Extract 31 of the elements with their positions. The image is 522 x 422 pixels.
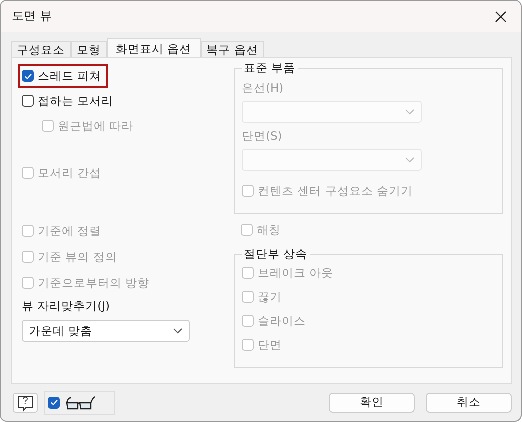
group-title: 표준 부품: [242, 61, 298, 76]
chevron-down-icon: [405, 109, 415, 115]
field-label: 은선(H): [242, 81, 285, 96]
checkbox-label: 해칭: [257, 222, 281, 238]
checkbox[interactable]: [22, 95, 34, 107]
checkbox-label: 단면: [258, 338, 282, 352]
checkbox-label: 스레드 피쳐: [38, 68, 102, 84]
checkbox-label: 기준 뷰의 정의: [38, 250, 118, 264]
dialog-button[interactable]: 취소: [426, 392, 512, 412]
close-icon: [495, 10, 507, 22]
field-label: 뷰 자리맞추기(J): [22, 299, 112, 314]
chevron-down-icon: [173, 328, 183, 334]
checkbox-label: 기준에 정렬: [38, 224, 102, 238]
checkbox-label: 접하는 모서리: [38, 94, 114, 108]
checkbox-label: 브레이크 아웃: [258, 266, 334, 280]
tab[interactable]: 화면표시 옵션: [107, 38, 201, 59]
checkbox-label: 컨텐츠 센터 구성요소 숨기기: [258, 184, 413, 198]
group-title: 절단부 상속: [242, 247, 310, 262]
dropdown[interactable]: 가운데 맞춤: [22, 320, 190, 342]
checkbox-label: 모서리 간섭: [38, 166, 102, 180]
checkbox-label: 기준으로부터의 방향: [38, 276, 150, 290]
checkbox-label: 원근법에 따라: [58, 118, 134, 134]
chevron-down-icon: [405, 157, 415, 163]
checkbox[interactable]: [48, 396, 60, 408]
window-title: 도면 뷰: [12, 8, 53, 25]
glasses-icon: [66, 394, 96, 410]
checkbox[interactable]: [22, 70, 34, 82]
checkbox-label: 끊기: [258, 290, 282, 304]
field-label: 단면(S): [242, 129, 284, 144]
dialog-button[interactable]: 확인: [329, 392, 415, 412]
checkbox-label: 슬라이스: [258, 314, 306, 328]
